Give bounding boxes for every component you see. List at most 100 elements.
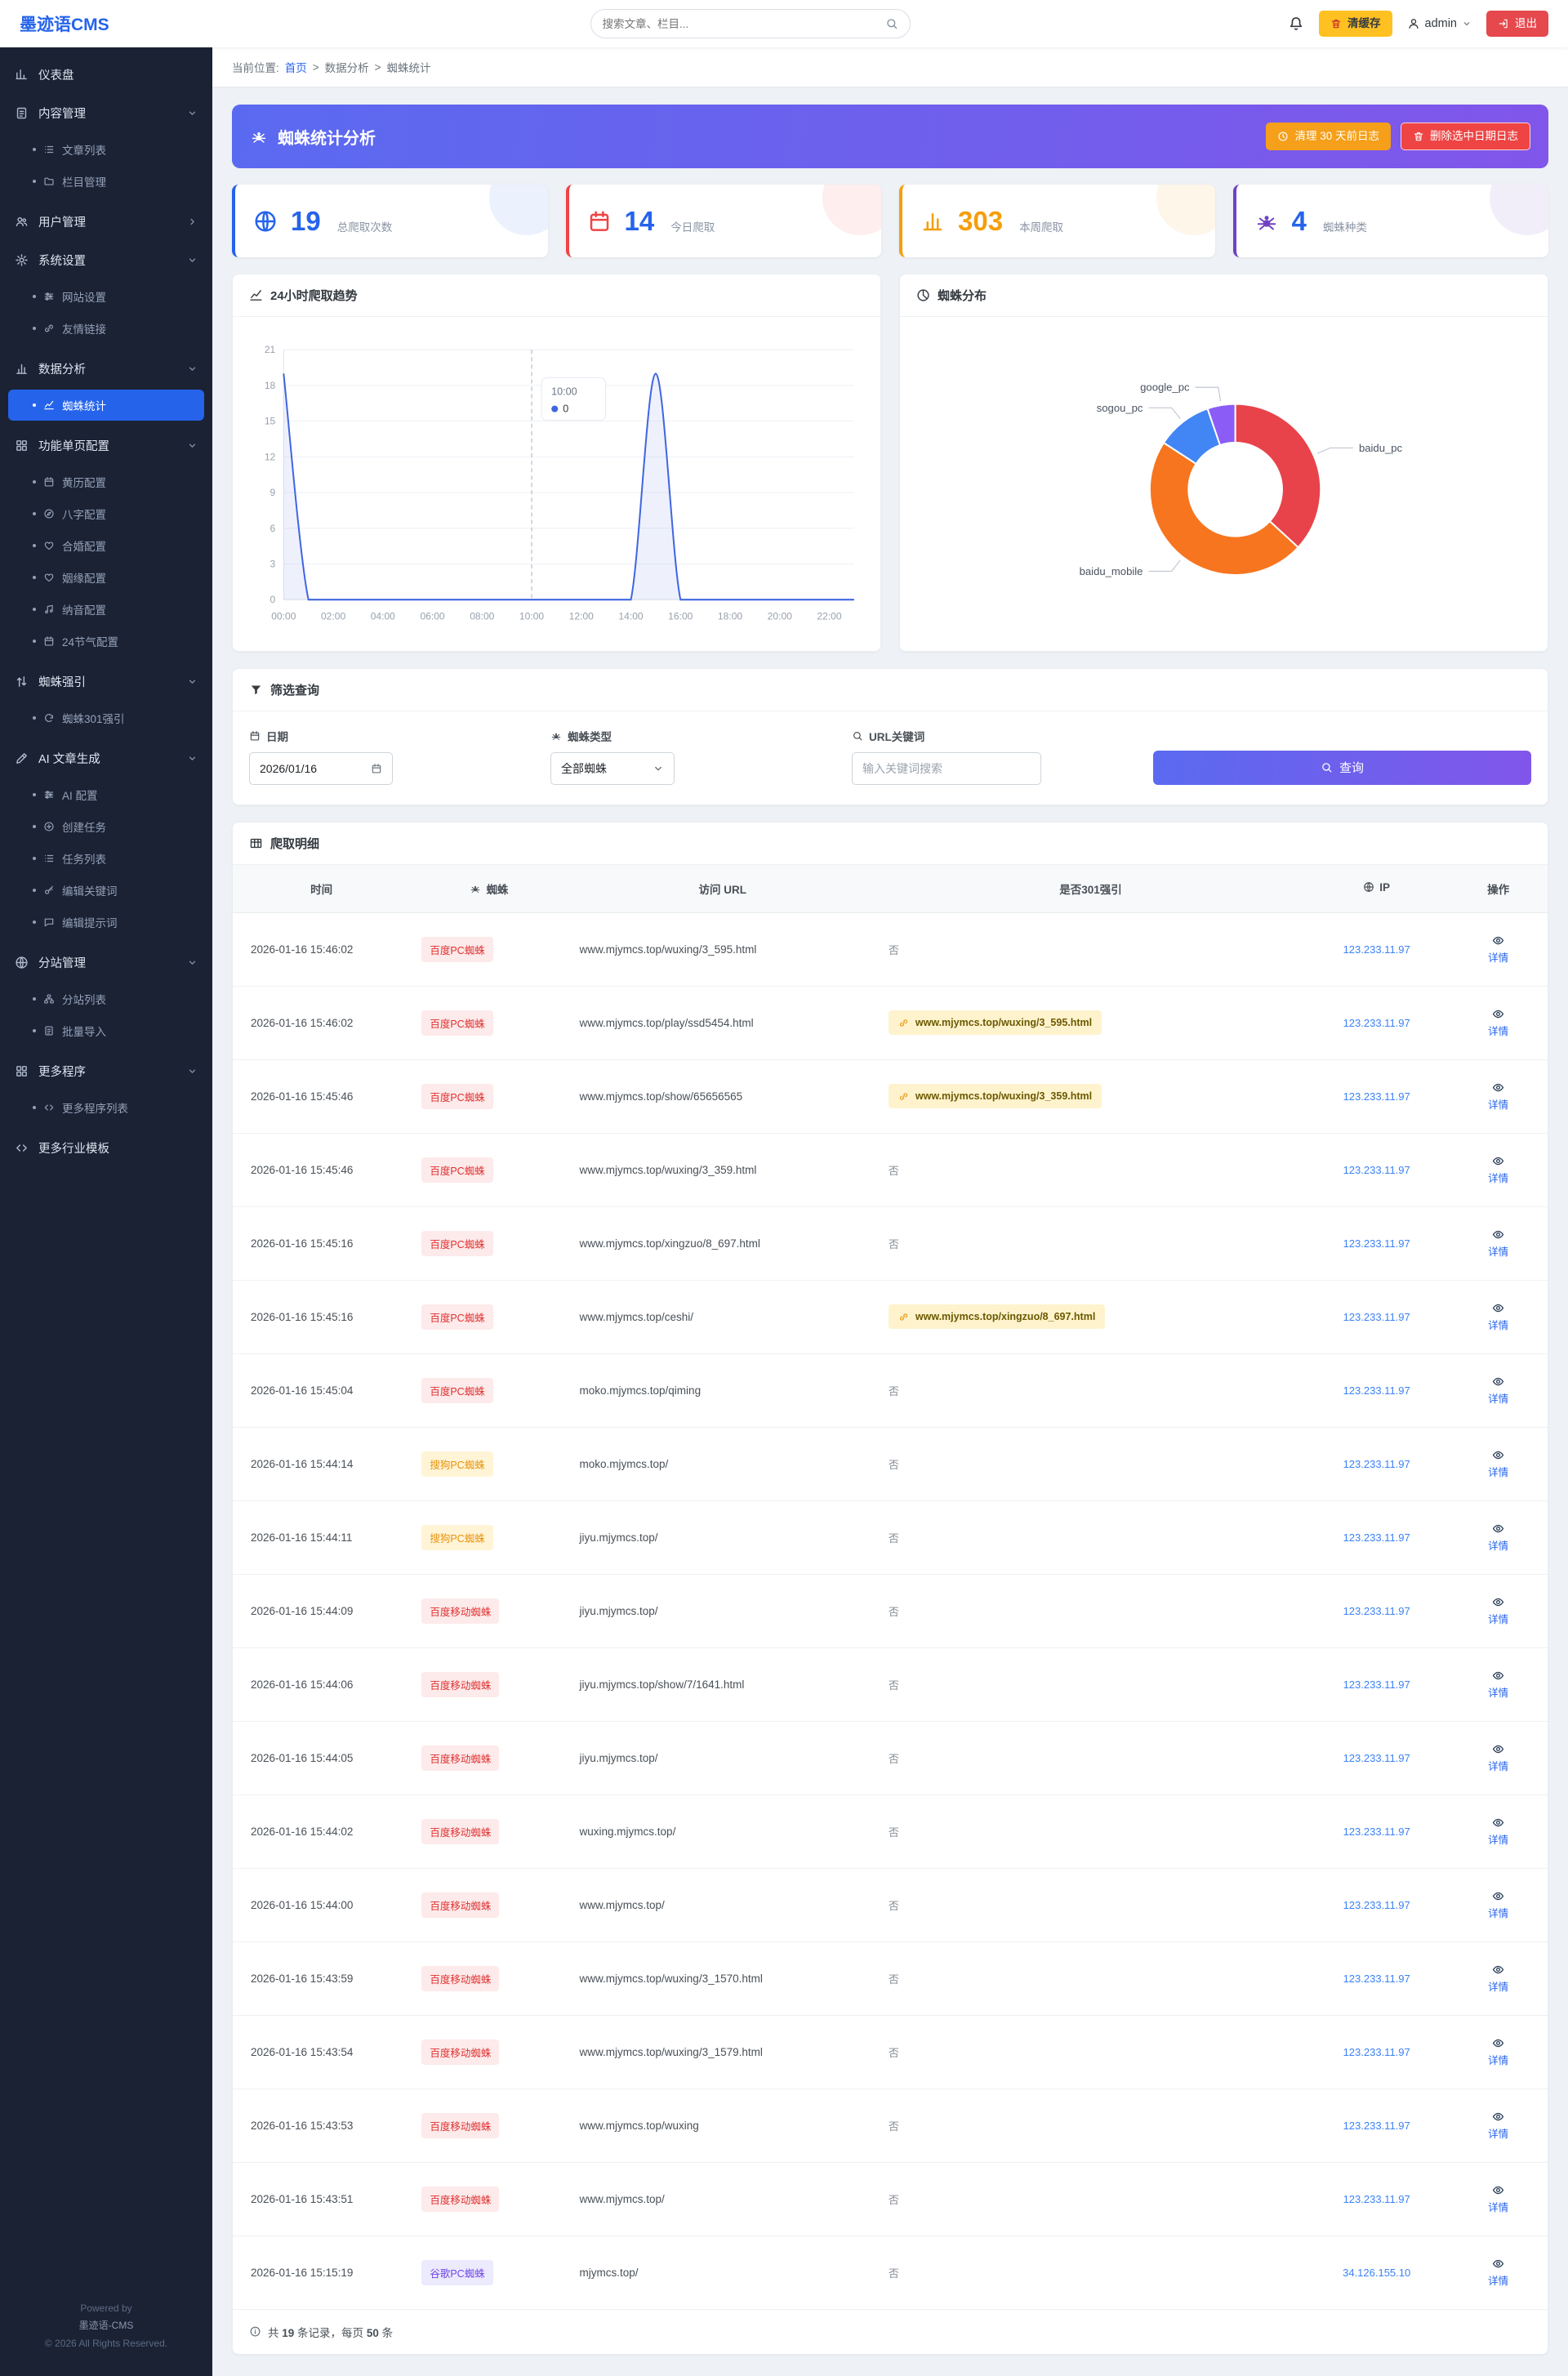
logout-button[interactable]: 退出 bbox=[1486, 11, 1548, 37]
detail-button[interactable]: 详情 bbox=[1488, 2037, 1508, 2067]
search-icon[interactable] bbox=[885, 17, 898, 30]
sidebar-item-edit-prompts[interactable]: 编辑提示词 bbox=[8, 907, 204, 938]
sidebar-item-jieqi-config[interactable]: 24节气配置 bbox=[8, 626, 204, 657]
detail-button[interactable]: 详情 bbox=[1488, 2111, 1508, 2141]
ip-link[interactable]: 123.233.11.97 bbox=[1343, 1237, 1410, 1250]
sidebar-item-edit-keywords[interactable]: 编辑关键词 bbox=[8, 875, 204, 906]
sidebar-item-batch-import[interactable]: 批量导入 bbox=[8, 1015, 204, 1046]
column-header-ip[interactable]: IP bbox=[1304, 864, 1450, 913]
sidebar-item-hehun-config[interactable]: 合婚配置 bbox=[8, 530, 204, 561]
sidebar-item-article-list[interactable]: 文章列表 bbox=[8, 134, 204, 165]
query-button[interactable]: 查询 bbox=[1152, 750, 1531, 785]
bell-icon[interactable] bbox=[1288, 16, 1304, 32]
detail-button[interactable]: 详情 bbox=[1488, 1081, 1508, 1112]
topbar: 墨迹语CMS 清缓存 admin 退出 bbox=[0, 0, 1568, 47]
pie-segment-baidu_pc[interactable] bbox=[1234, 403, 1322, 549]
detail-button[interactable]: 详情 bbox=[1488, 934, 1508, 965]
sidebar-item-more-program-list[interactable]: 更多程序列表 bbox=[8, 1092, 204, 1123]
sidebar-item-subsite-list[interactable]: 分站列表 bbox=[8, 983, 204, 1014]
column-header-url[interactable]: 访问 URL bbox=[568, 864, 877, 913]
sidebar-item-subsites[interactable]: 分站管理 bbox=[0, 943, 212, 982]
sidebar-item-ai[interactable]: AI 文章生成 bbox=[0, 739, 212, 778]
sidebar-item-yinyuan-config[interactable]: 姻缘配置 bbox=[8, 562, 204, 593]
ip-link[interactable]: 123.233.11.97 bbox=[1343, 2120, 1410, 2132]
sidebar-item-friend-links[interactable]: 友情链接 bbox=[8, 313, 204, 344]
clean-old-logs-button[interactable]: 清理 30 天前日志 bbox=[1266, 123, 1391, 150]
delete-selected-logs-button[interactable]: 删除选中日期日志 bbox=[1401, 123, 1530, 150]
ip-link[interactable]: 123.233.11.97 bbox=[1343, 943, 1410, 956]
sidebar-item-users[interactable]: 用户管理 bbox=[0, 203, 212, 241]
detail-button[interactable]: 详情 bbox=[1488, 1302, 1508, 1332]
keyword-input[interactable] bbox=[851, 751, 1041, 785]
detail-button[interactable]: 详情 bbox=[1488, 1522, 1508, 1553]
detail-button[interactable]: 详情 bbox=[1488, 1890, 1508, 1920]
ip-link[interactable]: 123.233.11.97 bbox=[1343, 1164, 1410, 1176]
column-header-time[interactable]: 时间 bbox=[233, 864, 411, 913]
detail-button[interactable]: 详情 bbox=[1488, 1743, 1508, 1773]
sidebar-item-bazi-config[interactable]: 八字配置 bbox=[8, 498, 204, 529]
ip-link[interactable]: 123.233.11.97 bbox=[1343, 1384, 1410, 1397]
clear-cache-button[interactable]: 清缓存 bbox=[1319, 11, 1392, 37]
sidebar-item-pages[interactable]: 功能单页配置 bbox=[0, 426, 212, 465]
detail-button[interactable]: 详情 bbox=[1488, 1596, 1508, 1626]
breadcrumb-home-link[interactable]: 首页 bbox=[285, 59, 307, 75]
sidebar-item-content[interactable]: 内容管理 bbox=[0, 94, 212, 132]
sidebar-item-dashboard[interactable]: 仪表盘 bbox=[0, 56, 212, 94]
detail-button[interactable]: 详情 bbox=[1488, 1669, 1508, 1700]
sidebar-item-huangli-config[interactable]: 黄历配置 bbox=[8, 466, 204, 497]
spider-badge: 百度PC蜘蛛 bbox=[421, 1377, 493, 1403]
search-input[interactable] bbox=[602, 17, 885, 30]
link-icon bbox=[898, 1018, 909, 1028]
sidebar-item-spider-stats[interactable]: 蜘蛛统计 bbox=[8, 390, 204, 421]
sidebar-item-templates[interactable]: 更多行业模板 bbox=[0, 1129, 212, 1167]
ip-link[interactable]: 123.233.11.97 bbox=[1343, 1531, 1410, 1544]
sidebar-item-more-apps[interactable]: 更多程序 bbox=[0, 1052, 212, 1090]
global-search[interactable] bbox=[590, 9, 911, 38]
column-header-spider[interactable]: 蜘蛛 bbox=[410, 864, 568, 913]
sidebar-item-category-manage[interactable]: 栏目管理 bbox=[8, 166, 204, 197]
sidebar-item-ai-config[interactable]: AI 配置 bbox=[8, 779, 204, 810]
detail-button[interactable]: 详情 bbox=[1488, 1964, 1508, 1994]
ip-link[interactable]: 123.233.11.97 bbox=[1343, 1458, 1410, 1470]
ip-link[interactable]: 34.126.155.10 bbox=[1343, 2267, 1410, 2279]
eye-icon bbox=[1492, 1522, 1504, 1535]
ip-link[interactable]: 123.233.11.97 bbox=[1343, 1825, 1410, 1838]
sliders-icon bbox=[43, 291, 55, 302]
ip-link[interactable]: 123.233.11.97 bbox=[1343, 1311, 1410, 1323]
ip-link[interactable]: 123.233.11.97 bbox=[1343, 1973, 1410, 1985]
sidebar-item-spider-pull[interactable]: 蜘蛛强引 bbox=[0, 662, 212, 701]
cell-action: 详情 bbox=[1449, 1427, 1548, 1501]
detail-button[interactable]: 详情 bbox=[1488, 1817, 1508, 1847]
detail-button[interactable]: 详情 bbox=[1488, 2258, 1508, 2288]
detail-button[interactable]: 详情 bbox=[1488, 1375, 1508, 1406]
user-menu[interactable]: admin bbox=[1407, 17, 1472, 30]
link-icon bbox=[898, 1091, 909, 1102]
detail-button[interactable]: 详情 bbox=[1488, 1449, 1508, 1479]
ip-link[interactable]: 123.233.11.97 bbox=[1343, 1605, 1410, 1617]
ip-link[interactable]: 123.233.11.97 bbox=[1343, 1899, 1410, 1911]
spider-type-select[interactable]: 全部蜘蛛 bbox=[550, 751, 675, 785]
stat-value: 14 bbox=[624, 206, 655, 236]
detail-button[interactable]: 详情 bbox=[1488, 1228, 1508, 1259]
column-header-redirect[interactable]: 是否301强引 bbox=[876, 864, 1305, 913]
sidebar-item-spider-301[interactable]: 蜘蛛301强引 bbox=[8, 702, 204, 733]
detail-button[interactable]: 详情 bbox=[1488, 1008, 1508, 1038]
detail-button[interactable]: 详情 bbox=[1488, 2184, 1508, 2214]
column-header-action[interactable]: 操作 bbox=[1449, 864, 1548, 913]
ip-link[interactable]: 123.233.11.97 bbox=[1343, 1090, 1410, 1103]
sidebar-item-task-list[interactable]: 任务列表 bbox=[8, 843, 204, 874]
ip-link[interactable]: 123.233.11.97 bbox=[1343, 2046, 1410, 2058]
ip-link[interactable]: 123.233.11.97 bbox=[1343, 1678, 1410, 1691]
sidebar-item-site-settings[interactable]: 网站设置 bbox=[8, 281, 204, 312]
sidebar-item-nayin-config[interactable]: 纳音配置 bbox=[8, 594, 204, 625]
detail-button[interactable]: 详情 bbox=[1488, 1155, 1508, 1185]
ip-link[interactable]: 123.233.11.97 bbox=[1343, 1017, 1410, 1029]
sidebar-item-analytics[interactable]: 数据分析 bbox=[0, 350, 212, 388]
ip-link[interactable]: 123.233.11.97 bbox=[1343, 1752, 1410, 1764]
date-input[interactable]: 2026/01/16 bbox=[249, 751, 393, 785]
ip-link[interactable]: 123.233.11.97 bbox=[1343, 2193, 1410, 2205]
sidebar-item-create-task[interactable]: 创建任务 bbox=[8, 811, 204, 842]
sidebar-item-system[interactable]: 系统设置 bbox=[0, 241, 212, 279]
spider-icon bbox=[470, 883, 481, 894]
redirect-url: www.mjymcs.top/xingzuo/8_697.html bbox=[915, 1311, 1096, 1322]
